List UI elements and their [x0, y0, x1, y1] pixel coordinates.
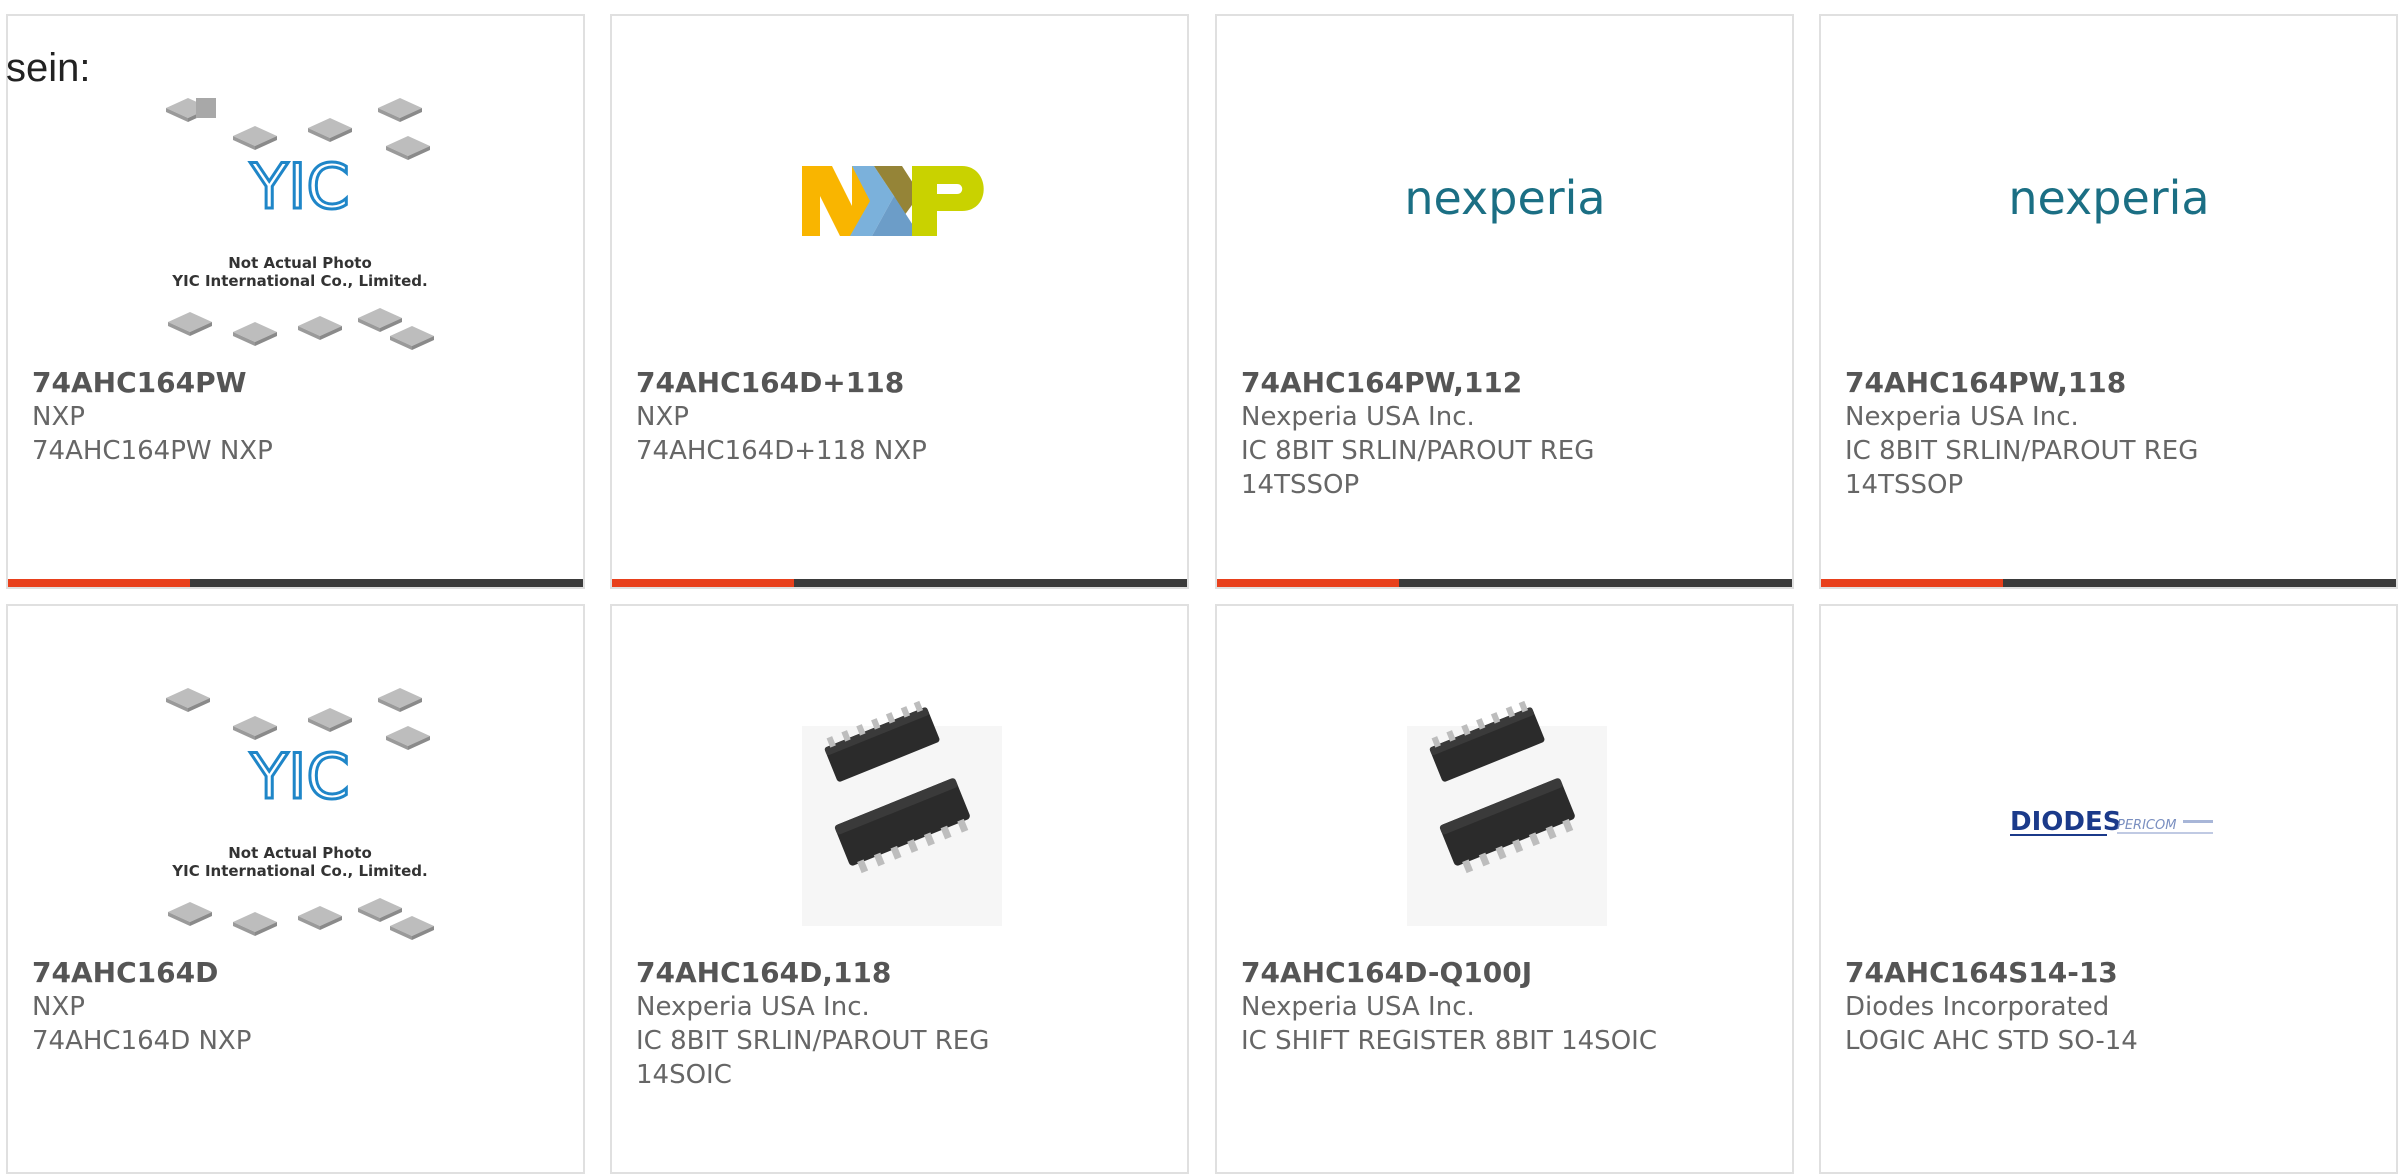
card-bottom-bar: [1217, 579, 1792, 587]
nxp-logo-icon: [802, 166, 984, 236]
description-line: 14TSSOP: [1845, 470, 1964, 500]
diodes-pericom-logo-icon: DIODES PERICOM: [2010, 807, 2213, 837]
product-card[interactable]: YIC Not Actual Photo YIC International C…: [6, 604, 585, 1174]
manufacturer: Diodes Incorporated: [1845, 992, 2110, 1022]
svg-text:nexperia: nexperia: [2008, 171, 2209, 225]
manufacturer: Nexperia USA Inc.: [1241, 992, 1475, 1022]
description-line: LOGIC AHC STD SO-14: [1845, 1026, 2138, 1056]
svg-text:PERICOM: PERICOM: [2117, 818, 2176, 833]
card-bottom-bar: [612, 579, 1187, 587]
card-accent-bar: [8, 579, 190, 587]
soic-chip-photo-icon: [802, 700, 1002, 926]
manufacturer: Nexperia USA Inc.: [1241, 402, 1475, 432]
svg-text:DIODES: DIODES: [2010, 807, 2121, 837]
description-line: 74AHC164D NXP: [32, 1026, 252, 1056]
part-number[interactable]: 74AHC164PW,118: [1845, 366, 2285, 400]
svg-text:Not Actual Photo: Not Actual Photo: [228, 844, 372, 862]
card-accent-bar: [612, 579, 794, 587]
description-line: 14TSSOP: [1241, 470, 1360, 500]
svg-text:nexperia: nexperia: [1404, 171, 1605, 225]
manufacturer: NXP: [32, 402, 85, 432]
description-line: 14SOIC: [636, 1060, 732, 1090]
product-card[interactable]: YIC Not Actual Photo YIC International C…: [6, 14, 585, 589]
nexperia-logo-icon: nexperia: [2008, 171, 2209, 225]
manufacturer: Nexperia USA Inc.: [636, 992, 870, 1022]
product-image-placeholder: YIC Not Actual Photo YIC International C…: [166, 688, 434, 940]
nexperia-logo-icon: nexperia: [1404, 171, 1605, 225]
product-image-placeholder: YIC Not Actual Photo YIC International C…: [166, 98, 434, 350]
part-number[interactable]: 74AHC164S14-13: [1845, 956, 2285, 990]
intro-text: sein:: [6, 46, 91, 90]
product-card[interactable]: 74AHC164D+118 NXP 74AHC164D+118 NXP: [610, 14, 1189, 589]
description-line: IC 8BIT SRLIN/PAROUT REG: [636, 1026, 990, 1056]
product-card[interactable]: DIODES PERICOM 74AHC164S14-13 Diodes Inc…: [1819, 604, 2398, 1174]
part-number[interactable]: 74AHC164D-Q100J: [1241, 956, 1681, 990]
manufacturer: NXP: [636, 402, 689, 432]
product-card[interactable]: 74AHC164D,118 Nexperia USA Inc. IC 8BIT …: [610, 604, 1189, 1174]
card-bottom-bar: [8, 579, 583, 587]
part-number[interactable]: 74AHC164PW,112: [1241, 366, 1681, 400]
product-card[interactable]: 74AHC164D-Q100J Nexperia USA Inc. IC SHI…: [1215, 604, 1794, 1174]
card-accent-bar: [1217, 579, 1399, 587]
description-line: IC SHIFT REGISTER 8BIT 14SOIC: [1241, 1026, 1657, 1056]
description-line: IC 8BIT SRLIN/PAROUT REG: [1845, 436, 2199, 466]
card-bottom-bar: [1821, 579, 2396, 587]
description-line: IC 8BIT SRLIN/PAROUT REG: [1241, 436, 1595, 466]
soic-chip-photo-icon: [1407, 700, 1607, 926]
svg-text:YIC International Co., Limited: YIC International Co., Limited.: [171, 272, 427, 290]
card-accent-bar: [1821, 579, 2003, 587]
svg-text:YIC International Co., Limited: YIC International Co., Limited.: [171, 862, 427, 880]
part-number[interactable]: 74AHC164D: [32, 956, 472, 990]
part-number[interactable]: 74AHC164D+118: [636, 366, 1076, 400]
manufacturer: Nexperia USA Inc.: [1845, 402, 2079, 432]
part-number[interactable]: 74AHC164PW: [32, 366, 472, 400]
manufacturer: NXP: [32, 992, 85, 1022]
description-line: 74AHC164D+118 NXP: [636, 436, 927, 466]
yic-logo-text: YIC: [249, 150, 349, 223]
yic-logo-text: YIC: [249, 740, 349, 813]
description-line: 74AHC164PW NXP: [32, 436, 273, 466]
svg-text:Not Actual Photo: Not Actual Photo: [228, 254, 372, 272]
part-number[interactable]: 74AHC164D,118: [636, 956, 1076, 990]
product-card[interactable]: nexperia 74AHC164PW,118 Nexperia USA Inc…: [1819, 14, 2398, 589]
product-card[interactable]: nexperia 74AHC164PW,112 Nexperia USA Inc…: [1215, 14, 1794, 589]
